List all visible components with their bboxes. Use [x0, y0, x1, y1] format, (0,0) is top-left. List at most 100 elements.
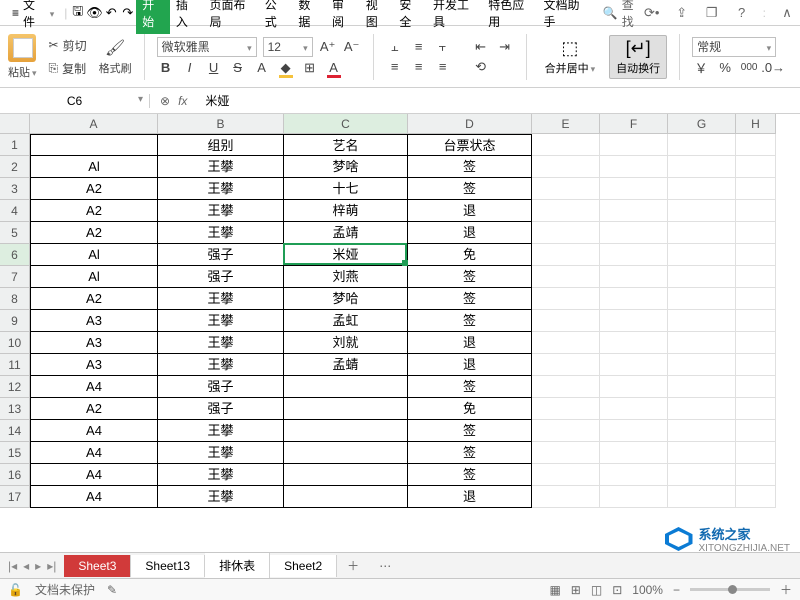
cell-D7[interactable]: 签: [408, 266, 532, 288]
cell-C7[interactable]: 刘燕: [284, 266, 408, 288]
cell-H8[interactable]: [736, 288, 776, 310]
cell-B15[interactable]: 王攀: [158, 442, 284, 464]
cell-A10[interactable]: A3: [30, 332, 158, 354]
col-header-C[interactable]: C: [284, 114, 408, 134]
col-header-H[interactable]: H: [736, 114, 776, 134]
cell-F9[interactable]: [600, 310, 668, 332]
cell-F8[interactable]: [600, 288, 668, 310]
zoom-in-button[interactable]: ＋: [780, 581, 792, 598]
cell-F16[interactable]: [600, 464, 668, 486]
cell-H14[interactable]: [736, 420, 776, 442]
cells-area[interactable]: 组别艺名台票状态Al王攀梦啥签A2王攀十七签A2王攀梓萌退A2王攀孟靖退Al强子…: [30, 134, 776, 508]
row-header-10[interactable]: 10: [0, 332, 30, 354]
cell-G8[interactable]: [668, 288, 736, 310]
increase-font-icon[interactable]: A⁺: [319, 38, 337, 56]
col-header-D[interactable]: D: [408, 114, 532, 134]
cell-D4[interactable]: 退: [408, 200, 532, 222]
border-button[interactable]: ⊞: [301, 59, 319, 77]
cell-D3[interactable]: 签: [408, 178, 532, 200]
tab-security[interactable]: 安全: [393, 0, 427, 34]
underline-button[interactable]: U: [205, 59, 223, 77]
undo-icon[interactable]: ↶: [103, 4, 120, 22]
cell-G3[interactable]: [668, 178, 736, 200]
cell-C17[interactable]: [284, 486, 408, 508]
cell-C2[interactable]: 梦啥: [284, 156, 408, 178]
cell-B2[interactable]: 王攀: [158, 156, 284, 178]
cell-E6[interactable]: [532, 244, 600, 266]
cell-A4[interactable]: A2: [30, 200, 158, 222]
cell-B12[interactable]: 强子: [158, 376, 284, 398]
col-header-B[interactable]: B: [158, 114, 284, 134]
sheet-prev-icon[interactable]: ◂: [23, 559, 29, 573]
preview-icon[interactable]: 👁: [86, 4, 103, 22]
cell-G2[interactable]: [668, 156, 736, 178]
view-normal-icon[interactable]: ▦: [549, 583, 560, 597]
cell-B14[interactable]: 王攀: [158, 420, 284, 442]
cell-H13[interactable]: [736, 398, 776, 420]
sheet-last-icon[interactable]: ▸|: [47, 559, 56, 573]
cell-G15[interactable]: [668, 442, 736, 464]
cell-B5[interactable]: 王攀: [158, 222, 284, 244]
cell-H15[interactable]: [736, 442, 776, 464]
row-header-9[interactable]: 9: [0, 310, 30, 332]
row-header-11[interactable]: 11: [0, 354, 30, 376]
cell-H4[interactable]: [736, 200, 776, 222]
cell-G9[interactable]: [668, 310, 736, 332]
cell-E4[interactable]: [532, 200, 600, 222]
cell-D16[interactable]: 签: [408, 464, 532, 486]
reading-icon[interactable]: ⊡: [612, 583, 622, 597]
cell-G14[interactable]: [668, 420, 736, 442]
font-size-select[interactable]: 12: [263, 37, 313, 57]
redo-icon[interactable]: ↷: [120, 4, 137, 22]
cell-H17[interactable]: [736, 486, 776, 508]
cell-B6[interactable]: 强子: [158, 244, 284, 266]
cell-H12[interactable]: [736, 376, 776, 398]
zoom-out-button[interactable]: −: [673, 583, 680, 597]
strike-button[interactable]: S: [229, 59, 247, 77]
format-painter[interactable]: 格式刷: [99, 38, 132, 76]
font-color-button[interactable]: A: [253, 59, 271, 77]
fx-icon[interactable]: fx: [178, 94, 187, 108]
row-header-7[interactable]: 7: [0, 266, 30, 288]
cell-D14[interactable]: 签: [408, 420, 532, 442]
share-icon[interactable]: ⇪: [673, 4, 691, 22]
zoom-slider[interactable]: [690, 588, 770, 591]
collapse-icon[interactable]: ∧: [778, 4, 796, 22]
cell-E8[interactable]: [532, 288, 600, 310]
col-header-A[interactable]: A: [30, 114, 158, 134]
cell-E3[interactable]: [532, 178, 600, 200]
cell-B17[interactable]: 王攀: [158, 486, 284, 508]
bold-button[interactable]: B: [157, 59, 175, 77]
cell-A8[interactable]: A2: [30, 288, 158, 310]
cell-A15[interactable]: A4: [30, 442, 158, 464]
font-color2-button[interactable]: A: [325, 59, 343, 77]
tab-data[interactable]: 数据: [292, 0, 326, 34]
cell-F5[interactable]: [600, 222, 668, 244]
cell-C3[interactable]: 十七: [284, 178, 408, 200]
save-icon[interactable]: 🖫: [69, 4, 86, 22]
cell-D13[interactable]: 免: [408, 398, 532, 420]
row-header-15[interactable]: 15: [0, 442, 30, 464]
view-page-icon[interactable]: ⊞: [571, 583, 581, 597]
cell-E13[interactable]: [532, 398, 600, 420]
cell-D12[interactable]: 签: [408, 376, 532, 398]
formula-input[interactable]: 米娅: [197, 92, 800, 109]
thousands-button[interactable]: 000: [740, 59, 758, 77]
indent-inc-icon[interactable]: ⇥: [496, 38, 514, 56]
cell-A13[interactable]: A2: [30, 398, 158, 420]
cell-G6[interactable]: [668, 244, 736, 266]
cell-F7[interactable]: [600, 266, 668, 288]
cell-E17[interactable]: [532, 486, 600, 508]
italic-button[interactable]: I: [181, 59, 199, 77]
cell-D10[interactable]: 退: [408, 332, 532, 354]
search-button[interactable]: 🔍 查找: [603, 0, 643, 30]
cell-C15[interactable]: [284, 442, 408, 464]
cell-G13[interactable]: [668, 398, 736, 420]
cell-H6[interactable]: [736, 244, 776, 266]
currency-button[interactable]: ￥: [692, 59, 710, 77]
align-top-icon[interactable]: ⫠: [386, 38, 404, 56]
cell-G11[interactable]: [668, 354, 736, 376]
cell-A14[interactable]: A4: [30, 420, 158, 442]
cell-H11[interactable]: [736, 354, 776, 376]
cell-A1[interactable]: [30, 134, 158, 156]
